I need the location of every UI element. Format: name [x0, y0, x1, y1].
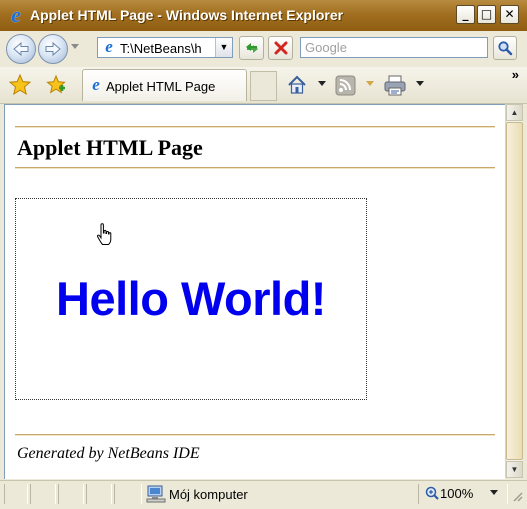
- ie-logo-icon: e: [11, 2, 21, 27]
- page-heading: Applet HTML Page: [17, 135, 203, 160]
- back-arrow-icon: [13, 41, 29, 57]
- footer-divider: [15, 434, 495, 436]
- zoom-level[interactable]: 100%: [440, 486, 473, 501]
- print-icon[interactable]: [382, 73, 408, 97]
- status-segment: [86, 484, 112, 504]
- minimize-button[interactable]: _: [456, 5, 475, 24]
- zoom-icon[interactable]: [424, 485, 440, 501]
- heading-divider: [15, 167, 495, 169]
- feeds-dropdown-icon[interactable]: [366, 81, 374, 86]
- search-input[interactable]: [301, 38, 489, 57]
- generated-by-footer: Generated by NetBeans IDE: [17, 445, 200, 462]
- add-favorites-icon[interactable]: [44, 73, 68, 97]
- close-button[interactable]: ✕: [500, 5, 519, 24]
- vertical-scrollbar[interactable]: ▲ ▼: [505, 104, 523, 478]
- home-icon[interactable]: [286, 73, 308, 97]
- stop-icon: [274, 41, 287, 55]
- title-bar[interactable]: e Applet HTML Page - Windows Internet Ex…: [0, 0, 527, 32]
- zoom-dropdown-icon[interactable]: [490, 490, 498, 495]
- ie-page-icon: e: [92, 75, 100, 94]
- computer-zone-icon: [146, 485, 166, 503]
- refresh-button[interactable]: [239, 36, 264, 60]
- status-segment: [58, 484, 84, 504]
- ie-page-icon: e: [105, 37, 113, 56]
- top-divider: [15, 126, 495, 128]
- window-title: Applet HTML Page - Windows Internet Expl…: [30, 7, 344, 23]
- feeds-icon[interactable]: [334, 73, 358, 97]
- address-text[interactable]: T:\NetBeans\h: [120, 41, 214, 56]
- print-dropdown-icon[interactable]: [416, 81, 424, 86]
- forward-arrow-icon: [45, 41, 61, 57]
- home-dropdown-icon[interactable]: [318, 81, 326, 86]
- applet-area[interactable]: Hello World!: [15, 198, 367, 400]
- search-field[interactable]: [300, 37, 489, 58]
- search-button[interactable]: [493, 36, 517, 60]
- scroll-up-button[interactable]: ▲: [506, 104, 523, 121]
- tab-label: Applet HTML Page: [106, 79, 216, 94]
- tab-applet-html-page[interactable]: e Applet HTML Page: [82, 69, 247, 101]
- status-bar: Mój komputer 100%: [0, 480, 527, 509]
- recent-pages-dropdown-icon[interactable]: [70, 41, 80, 51]
- forward-button[interactable]: [38, 34, 68, 64]
- new-tab-button[interactable]: [250, 71, 277, 101]
- resize-grip-icon[interactable]: [510, 489, 524, 503]
- favorites-toolbar: e Applet HTML Page »: [0, 67, 527, 104]
- maximize-button[interactable]: □: [477, 5, 496, 24]
- scroll-thumb[interactable]: [506, 122, 523, 460]
- security-zone-label[interactable]: Mój komputer: [169, 487, 248, 502]
- scroll-down-button[interactable]: ▼: [506, 461, 523, 478]
- hello-world-text: Hello World!: [56, 272, 326, 325]
- hand-cursor-icon: [96, 223, 112, 245]
- address-toolbar: e T:\NetBeans\h ▼: [0, 31, 527, 67]
- address-field[interactable]: e T:\NetBeans\h ▼: [97, 37, 233, 58]
- stop-button[interactable]: [268, 36, 293, 60]
- page-viewport[interactable]: Applet HTML Page Hello World! Generated …: [4, 104, 505, 479]
- more-commands-chevron-icon[interactable]: »: [512, 67, 519, 82]
- favorites-star-icon[interactable]: [8, 73, 32, 97]
- refresh-icon: [245, 43, 258, 53]
- address-dropdown-button[interactable]: ▼: [215, 38, 232, 57]
- search-icon: [498, 41, 513, 56]
- status-segment: [30, 484, 56, 504]
- status-segment: [114, 484, 142, 504]
- browser-window: e Applet HTML Page - Windows Internet Ex…: [0, 0, 527, 509]
- status-segment: [4, 484, 28, 504]
- back-button[interactable]: [6, 34, 36, 64]
